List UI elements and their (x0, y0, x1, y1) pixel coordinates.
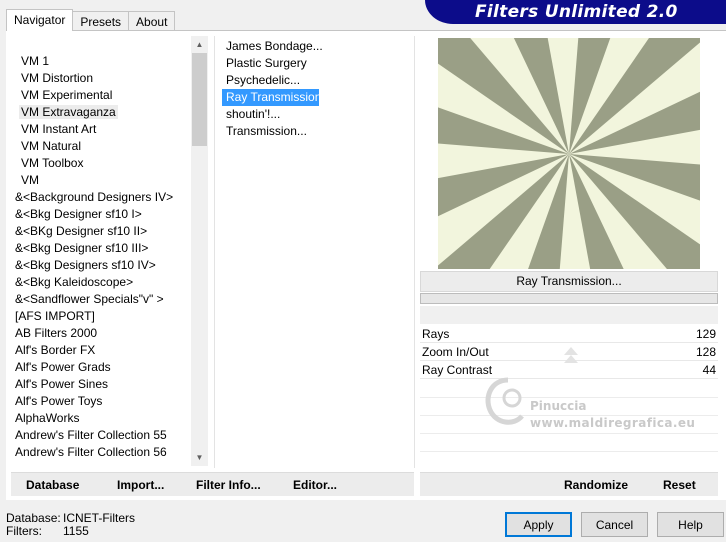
slider-knob[interactable] (564, 355, 578, 363)
right-link-bar: Randomize Reset (420, 472, 718, 496)
category-label: Andrew's Filter Collection 56 (15, 445, 167, 459)
tab-bar: Navigator Presets About (6, 9, 176, 31)
divider (414, 36, 415, 468)
category-label: Alf's Power Toys (15, 394, 103, 408)
category-item[interactable]: VM Extravaganza (11, 104, 191, 121)
tab-navigator[interactable]: Navigator (6, 9, 74, 31)
category-label: VM 1 (21, 54, 50, 68)
database-info: Database: ICNET-Filters Filters: 1155 (6, 512, 135, 538)
category-label: &<Bkg Designer sf10 III> (15, 241, 149, 255)
category-item[interactable]: VM Natural (11, 138, 191, 155)
param-header (420, 306, 718, 324)
category-scrollbar[interactable]: ▲ ▼ (191, 36, 208, 466)
scroll-thumb[interactable] (192, 53, 207, 146)
divider (214, 36, 215, 468)
category-label: VM Natural (21, 139, 82, 153)
filter-info-link[interactable]: Filter Info... (196, 478, 261, 492)
category-item[interactable]: VM Distortion (11, 70, 191, 87)
param-value: 44 (702, 363, 716, 377)
category-label: Alf's Border FX (15, 343, 96, 357)
category-item[interactable]: &<Bkg Designer sf10 I> (11, 206, 191, 223)
category-item[interactable]: [AFS IMPORT] (11, 308, 191, 325)
tab-presets[interactable]: Presets (72, 11, 130, 31)
reset-link[interactable]: Reset (663, 478, 696, 492)
category-label: &<Bkg Kaleidoscope> (15, 275, 134, 289)
category-label: Alf's Power Grads (15, 360, 111, 374)
category-label: VM Toolbox (21, 156, 84, 170)
category-label: AlphaWorks (15, 411, 80, 425)
filter-item[interactable]: Ray Transmission... (222, 89, 331, 106)
param-value: 129 (695, 327, 716, 341)
category-label: [AFS IMPORT] (15, 309, 95, 323)
tab-about[interactable]: About (128, 11, 176, 31)
filters-count: 1155 (63, 524, 89, 538)
watermark-logo-icon (485, 377, 524, 425)
editor-link[interactable]: Editor... (293, 478, 337, 492)
category-item[interactable]: Andrew's Filter Collection 56 (11, 444, 191, 461)
filter-item[interactable]: shoutin'!... (222, 106, 412, 123)
category-label: VM Distortion (21, 71, 94, 85)
filter-list[interactable]: James Bondage... Plastic Surgery Psychedel… (222, 38, 412, 140)
database-link[interactable]: Database (26, 478, 79, 492)
category-label: VM (21, 173, 39, 187)
import-link[interactable]: Import... (117, 478, 164, 492)
scroll-down-icon[interactable]: ▼ (191, 449, 208, 466)
category-item[interactable]: &<Background Designers IV> (11, 189, 191, 206)
filter-item[interactable]: Plastic Surgery (222, 55, 412, 72)
randomize-link[interactable]: Randomize (564, 478, 628, 492)
help-button[interactable]: Help (657, 512, 724, 537)
category-item[interactable]: Alf's Power Sines (11, 376, 191, 393)
category-item[interactable]: VM (11, 172, 191, 189)
category-item[interactable]: VM 1 (11, 53, 191, 70)
param-ray-contrast[interactable]: Ray Contrast 44 (420, 355, 718, 379)
category-item[interactable]: &<Bkg Designer sf10 III> (11, 240, 191, 257)
filter-item[interactable]: Psychedelic... (222, 72, 412, 89)
cancel-button[interactable]: Cancel (581, 512, 648, 537)
param-label: Rays (422, 327, 450, 341)
category-item[interactable]: VM Experimental (11, 87, 191, 104)
preview-caption: Ray Transmission... (420, 271, 718, 292)
category-label: &<Sandflower Specials"v" > (15, 292, 164, 306)
slider-knob[interactable] (564, 347, 578, 355)
watermark-text: Pinuccia (530, 399, 587, 413)
category-item[interactable]: AlphaWorks (11, 410, 191, 427)
category-item[interactable]: Andrew's Filter Collection 55 (11, 427, 191, 444)
category-label: Alf's Power Sines (15, 377, 108, 391)
category-label: Andrew's Filter Collection 55 (15, 428, 167, 442)
category-label: VM Extravaganza (19, 105, 118, 119)
category-item[interactable]: &<Bkg Designers sf10 IV> (11, 257, 191, 274)
category-item[interactable]: Alf's Power Grads (11, 359, 191, 376)
scroll-up-icon[interactable]: ▲ (191, 36, 208, 53)
category-label: &<BKg Designer sf10 II> (15, 224, 148, 238)
category-item[interactable]: VM Toolbox (11, 155, 191, 172)
category-item[interactable]: &<Sandflower Specials"v" > (11, 291, 191, 308)
category-list[interactable]: VM 1 VM Distortion VM Experimental VM Extra… (11, 36, 191, 466)
category-label: VM Instant Art (21, 122, 97, 136)
progress-bar (420, 293, 718, 304)
category-item[interactable]: &<BKg Designer sf10 II> (11, 223, 191, 240)
category-label: &<Bkg Designer sf10 I> (15, 207, 142, 221)
filter-item[interactable]: James Bondage... (222, 38, 412, 55)
category-item[interactable]: Alf's Border FX (11, 342, 191, 359)
param-value: 128 (695, 345, 716, 359)
filter-item[interactable]: Transmission... (222, 123, 412, 140)
watermark-url: www.maldiregrafica.eu (530, 416, 696, 430)
category-label: &<Background Designers IV> (15, 190, 174, 204)
category-item[interactable]: &<Bkg Kaleidoscope> (11, 274, 191, 291)
category-label: VM Experimental (21, 88, 113, 102)
param-rays[interactable]: Rays 129 (420, 325, 718, 343)
category-label: AB Filters 2000 (15, 326, 98, 340)
param-label: Zoom In/Out (422, 345, 489, 359)
apply-button[interactable]: Apply (505, 512, 572, 537)
category-item[interactable]: VM Instant Art (11, 121, 191, 138)
filters-label: Filters: (6, 524, 42, 538)
app-title: Filters Unlimited 2.0 (475, 2, 678, 22)
left-link-bar: Database Import... Filter Info... Editor… (11, 472, 414, 496)
filter-preview (438, 38, 700, 269)
category-item[interactable]: Alf's Power Toys (11, 393, 191, 410)
category-item[interactable]: AB Filters 2000 (11, 325, 191, 342)
category-label: &<Bkg Designers sf10 IV> (15, 258, 156, 272)
